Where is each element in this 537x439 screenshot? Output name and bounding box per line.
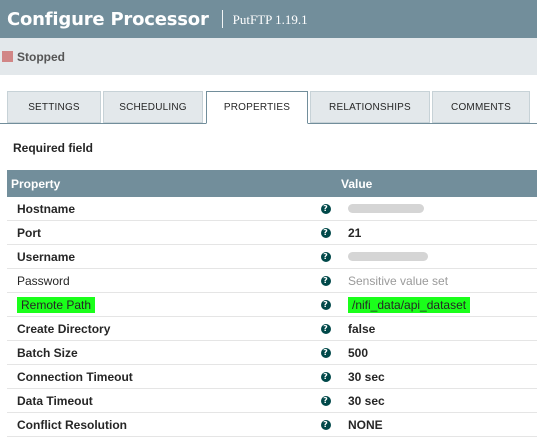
property-value[interactable]: 30 sec — [341, 370, 537, 384]
title-divider — [221, 10, 223, 28]
help-icon[interactable]: ? — [320, 299, 331, 310]
property-value[interactable] — [341, 204, 537, 213]
table-row[interactable]: Password ? Sensitive value set — [7, 269, 537, 293]
status-label: Stopped — [17, 49, 65, 64]
help-icon[interactable]: ? — [320, 251, 331, 262]
redacted-value — [348, 204, 424, 213]
column-value: Value — [341, 176, 373, 191]
help-icon[interactable]: ? — [320, 419, 331, 430]
property-name: Batch Size — [17, 345, 78, 360]
property-value[interactable]: 30 sec — [341, 394, 537, 408]
property-name: Port — [17, 225, 41, 240]
properties-table: Property Value Hostname ? Port ? 21 User… — [7, 170, 537, 437]
dialog-title: Configure Processor — [7, 8, 209, 30]
property-name: Connection Timeout — [17, 369, 133, 384]
property-name: Data Timeout — [17, 393, 93, 408]
property-value[interactable]: /nifi_data/api_dataset — [341, 296, 537, 313]
help-icon[interactable]: ? — [320, 395, 331, 406]
table-row[interactable]: Hostname ? — [7, 197, 537, 221]
column-property: Property — [11, 176, 61, 191]
highlighted-property-name: Remote Path — [17, 296, 96, 313]
tab-properties[interactable]: PROPERTIES — [206, 91, 308, 124]
property-value[interactable] — [341, 252, 537, 261]
help-icon[interactable]: ? — [320, 347, 331, 358]
table-row[interactable]: Port ? 21 — [7, 221, 537, 245]
tab-comments[interactable]: COMMENTS — [432, 91, 530, 123]
table-row[interactable]: Username ? — [7, 245, 537, 269]
property-value[interactable]: NONE — [341, 418, 537, 432]
property-name: Create Directory — [17, 321, 111, 336]
table-row[interactable]: Connection Timeout ? 30 sec — [7, 365, 537, 389]
help-icon[interactable]: ? — [320, 371, 331, 382]
tab-settings[interactable]: SETTINGS — [7, 91, 101, 123]
property-name: Password — [17, 273, 70, 288]
help-icon[interactable]: ? — [320, 203, 331, 214]
property-value[interactable]: false — [341, 322, 537, 336]
table-header: Property Value — [7, 170, 537, 197]
tab-bar: SETTINGS SCHEDULING PROPERTIES RELATIONS… — [0, 91, 537, 124]
tab-scheduling[interactable]: SCHEDULING — [103, 91, 203, 123]
required-field-label: Required field — [13, 141, 94, 155]
property-name: Hostname — [17, 201, 76, 216]
table-row[interactable]: Conflict Resolution ? NONE — [7, 413, 537, 437]
processor-version: PutFTP 1.19.1 — [232, 11, 308, 27]
property-name: Username — [17, 249, 76, 264]
redacted-value — [348, 252, 428, 261]
property-name: Remote Path — [7, 296, 310, 313]
table-row[interactable]: Remote Path ? /nifi_data/api_dataset — [7, 293, 537, 317]
dialog-header: Configure Processor PutFTP 1.19.1 — [0, 0, 537, 38]
help-icon[interactable]: ? — [320, 323, 331, 334]
highlighted-property-value: /nifi_data/api_dataset — [348, 296, 471, 313]
stopped-icon — [2, 51, 13, 62]
help-icon[interactable]: ? — [320, 275, 331, 286]
property-name: Conflict Resolution — [17, 417, 127, 432]
property-value[interactable]: Sensitive value set — [341, 274, 537, 288]
table-row[interactable]: Data Timeout ? 30 sec — [7, 389, 537, 413]
tab-relationships[interactable]: RELATIONSHIPS — [310, 91, 430, 123]
status-bar: Stopped — [0, 38, 537, 75]
property-value[interactable]: 21 — [341, 226, 537, 240]
table-row[interactable]: Create Directory ? false — [7, 317, 537, 341]
help-icon[interactable]: ? — [320, 227, 331, 238]
table-row[interactable]: Batch Size ? 500 — [7, 341, 537, 365]
property-value[interactable]: 500 — [341, 346, 537, 360]
